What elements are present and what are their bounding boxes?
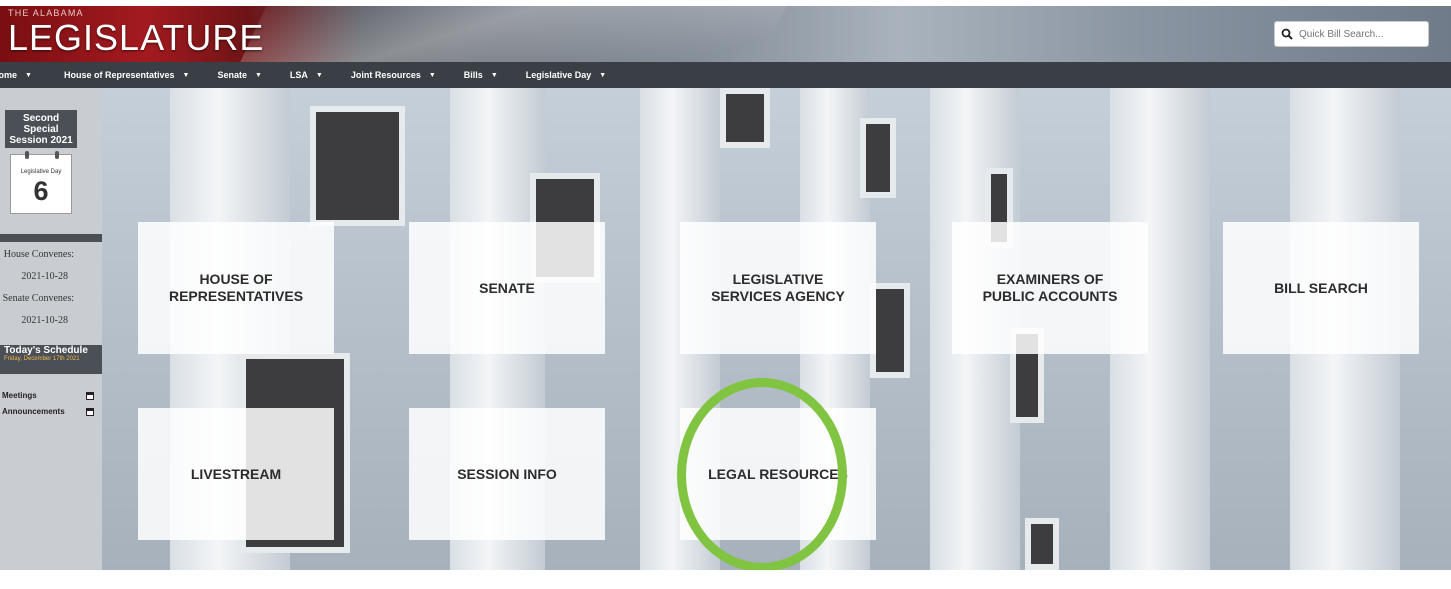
nav-lsa-label: LSA [289,70,308,80]
caret-down-icon: ▼ [599,71,607,79]
nav-bills[interactable]: Bills ▼ [464,70,498,80]
nav-senate[interactable]: Senate ▼ [217,70,261,80]
tile-label: LEGAL RESOURCES [708,465,848,482]
senate-convenes-date: 2021-10-28 [21,315,68,326]
building-window [720,88,770,148]
tile-senate[interactable]: SENATE [409,222,605,354]
building-window [870,283,910,378]
sidebar-link-meetings[interactable]: Meetings [2,391,94,400]
nav-legislative-day[interactable]: Legislative Day ▼ [526,70,606,80]
schedule-date: Friday, December 17th 2021 [4,356,80,362]
house-convenes-label: House Convenes: [3,249,74,260]
tile-legal-resources[interactable]: LEGAL RESOURCES [680,408,876,540]
site-header: THE ALABAMA LEGISLATURE [0,6,1451,62]
building-window [860,118,896,198]
caret-down-icon: ▼ [315,71,323,79]
caret-down-icon: ▼ [428,71,436,79]
calendar-icon [86,407,94,416]
tile-label: SESSION INFO [457,465,557,482]
calendar-ring [25,151,29,159]
announcements-label: Announcements [2,407,65,416]
tile-legislative-services-agency[interactable]: LEGISLATIVE SERVICES AGENCY [680,222,876,354]
tile-label: LEGISLATIVE SERVICES AGENCY [711,271,845,304]
caret-down-icon: ▼ [25,71,32,79]
schedule-title: Today's Schedule [4,345,88,356]
quick-bill-search[interactable] [1274,21,1429,47]
session-title: Second Special Session 2021 [5,110,77,148]
nav-home[interactable]: Home ▼ [0,70,32,80]
session-title-text: Second Special Session 2021 [9,112,73,146]
tile-label: LIVESTREAM [190,465,282,482]
todays-schedule: Today's Schedule Friday, December 17th 2… [0,345,102,374]
tile-livestream[interactable]: LIVESTREAM [138,408,334,540]
nav-bills-label: Bills [463,70,483,80]
sidebar-divider [0,234,102,242]
calendar-icon [86,391,94,400]
tile-label: BILL SEARCH [1274,279,1368,296]
building-window [310,106,405,226]
nav-lsa[interactable]: LSA ▼ [290,70,323,80]
nav-joint-resources[interactable]: Joint Resources ▼ [351,70,436,80]
senate-convenes-label: Senate Convenes: [2,293,74,304]
flag-background [224,6,796,62]
legislative-day-calendar: Legislative Day 6 [10,151,72,214]
meetings-label: Meetings [2,391,37,400]
sidebar: Second Special Session 2021 Legislative … [0,88,102,570]
tile-label: EXAMINERS OF PUBLIC ACCOUNTS [982,271,1118,304]
nav-house[interactable]: House of Representatives ▼ [64,70,189,80]
building-window [1025,518,1059,570]
tile-house-of-representatives[interactable]: HOUSE OF REPRESENTATIVES [138,222,334,354]
magnifier-icon [1281,28,1293,40]
house-convenes-date: 2021-10-28 [21,271,68,282]
calendar-ring [55,151,59,159]
nav-senate-label: Senate [217,70,247,80]
tile-label: SENATE [479,279,535,296]
search-input[interactable] [1297,27,1421,41]
nav-home-label: Home [0,70,18,80]
caret-down-icon: ▼ [182,71,190,79]
sidebar-link-announcements[interactable]: Announcements [2,407,94,416]
tile-examiners-of-public-accounts[interactable]: EXAMINERS OF PUBLIC ACCOUNTS [952,222,1148,354]
tile-session-info[interactable]: SESSION INFO [409,408,605,540]
calendar-day-number: 6 [33,176,49,206]
site-logo[interactable]: THE ALABAMA LEGISLATURE [8,8,264,58]
nav-joint-label: Joint Resources [350,70,421,80]
caret-down-icon: ▼ [254,71,262,79]
tile-label: HOUSE OF REPRESENTATIVES [168,271,304,304]
logo-title: LEGISLATURE [8,17,265,58]
caret-down-icon: ▼ [490,71,498,79]
nav-legday-label: Legislative Day [525,70,592,80]
main-nav: Home▼ House of Representatives▼ Senate▼ … [0,62,1451,88]
page-footer-space [0,570,1451,589]
nav-house-label: House of Representatives [63,70,175,80]
tile-bill-search[interactable]: BILL SEARCH [1223,222,1419,354]
